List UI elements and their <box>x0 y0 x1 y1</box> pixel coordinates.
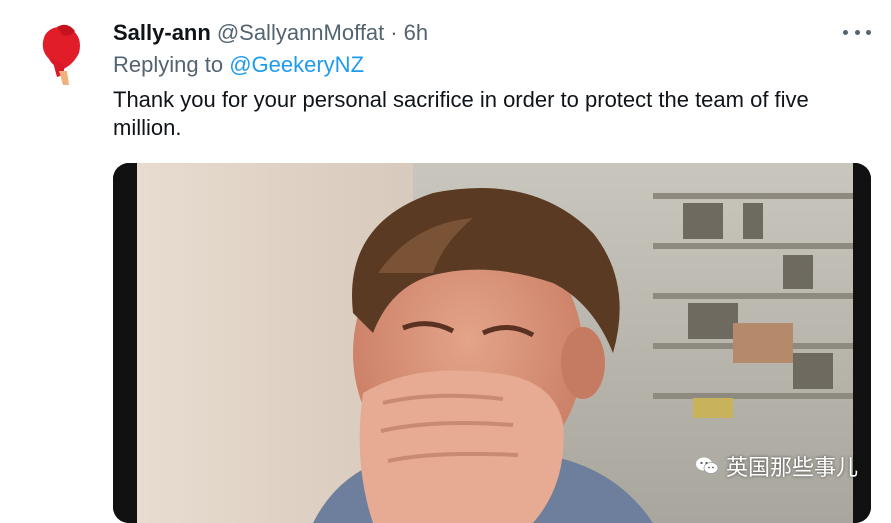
tweet: Sally-ann @SallyannMoffat · 6h Replying … <box>0 0 891 523</box>
more-dot <box>843 29 848 35</box>
tweet-text: Thank you for your personal sacrifice in… <box>113 87 809 140</box>
replying-mention-link[interactable]: @GeekeryNZ <box>229 52 364 77</box>
tweet-header: Sally-ann @SallyannMoffat · 6h <box>113 18 428 48</box>
avatar-image <box>23 15 95 87</box>
author-name[interactable]: Sally-ann <box>113 20 211 46</box>
watermark: 英国那些事儿 <box>694 453 859 480</box>
watermark-text: 英国那些事儿 <box>726 455 859 480</box>
more-icon[interactable] <box>843 20 871 44</box>
more-dot <box>866 29 871 35</box>
replying-to: Replying to @GeekeryNZ <box>113 52 364 78</box>
more-dot <box>854 29 860 35</box>
avatar[interactable] <box>23 15 95 87</box>
replying-prefix: Replying to <box>113 52 224 77</box>
separator-dot: · <box>390 20 398 45</box>
wechat-icon <box>696 457 719 474</box>
author-handle[interactable]: @SallyannMoffat <box>217 20 384 46</box>
tweet-time[interactable]: 6h <box>404 20 428 46</box>
